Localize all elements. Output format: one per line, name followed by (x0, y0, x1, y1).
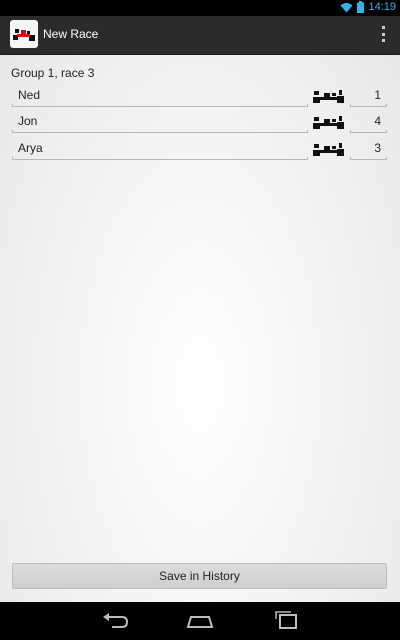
racer-row: Ned 1 (12, 85, 388, 107)
navigation-bar (0, 602, 400, 640)
finish-position: 3 (374, 141, 381, 155)
home-icon[interactable] (185, 611, 215, 631)
status-bar: 14:19 (0, 0, 400, 16)
racer-name: Arya (18, 141, 43, 155)
racer-row: Arya 3 (12, 138, 388, 160)
finish-position-field[interactable]: 4 (350, 111, 387, 133)
recents-icon[interactable] (271, 611, 301, 631)
finish-position: 1 (374, 88, 381, 102)
racer-name: Jon (18, 114, 38, 128)
kart-icon (313, 90, 344, 103)
app-icon[interactable] (10, 20, 38, 48)
finish-position-field[interactable]: 3 (350, 138, 387, 160)
finish-position: 4 (374, 114, 381, 128)
back-icon[interactable] (100, 611, 130, 631)
wifi-icon (340, 2, 353, 12)
app-screen: 14:19 New Race Group 1, race 3 Ned 1 Jon… (0, 0, 400, 640)
racer-name: Ned (18, 88, 41, 102)
finish-position-field[interactable]: 1 (350, 85, 387, 107)
app-title: New Race (43, 27, 99, 41)
status-icons: 14:19 (340, 1, 396, 13)
action-bar: New Race (0, 16, 400, 55)
save-in-history-button[interactable]: Save in History (12, 563, 387, 589)
overflow-menu-icon[interactable] (380, 26, 386, 42)
status-time: 14:19 (368, 1, 396, 13)
kart-icon (313, 143, 344, 156)
battery-icon (357, 1, 365, 13)
kart-icon (313, 116, 344, 129)
racer-row: Jon 4 (12, 111, 388, 133)
kart-icon (13, 29, 35, 41)
race-group-label: Group 1, race 3 (11, 66, 95, 80)
